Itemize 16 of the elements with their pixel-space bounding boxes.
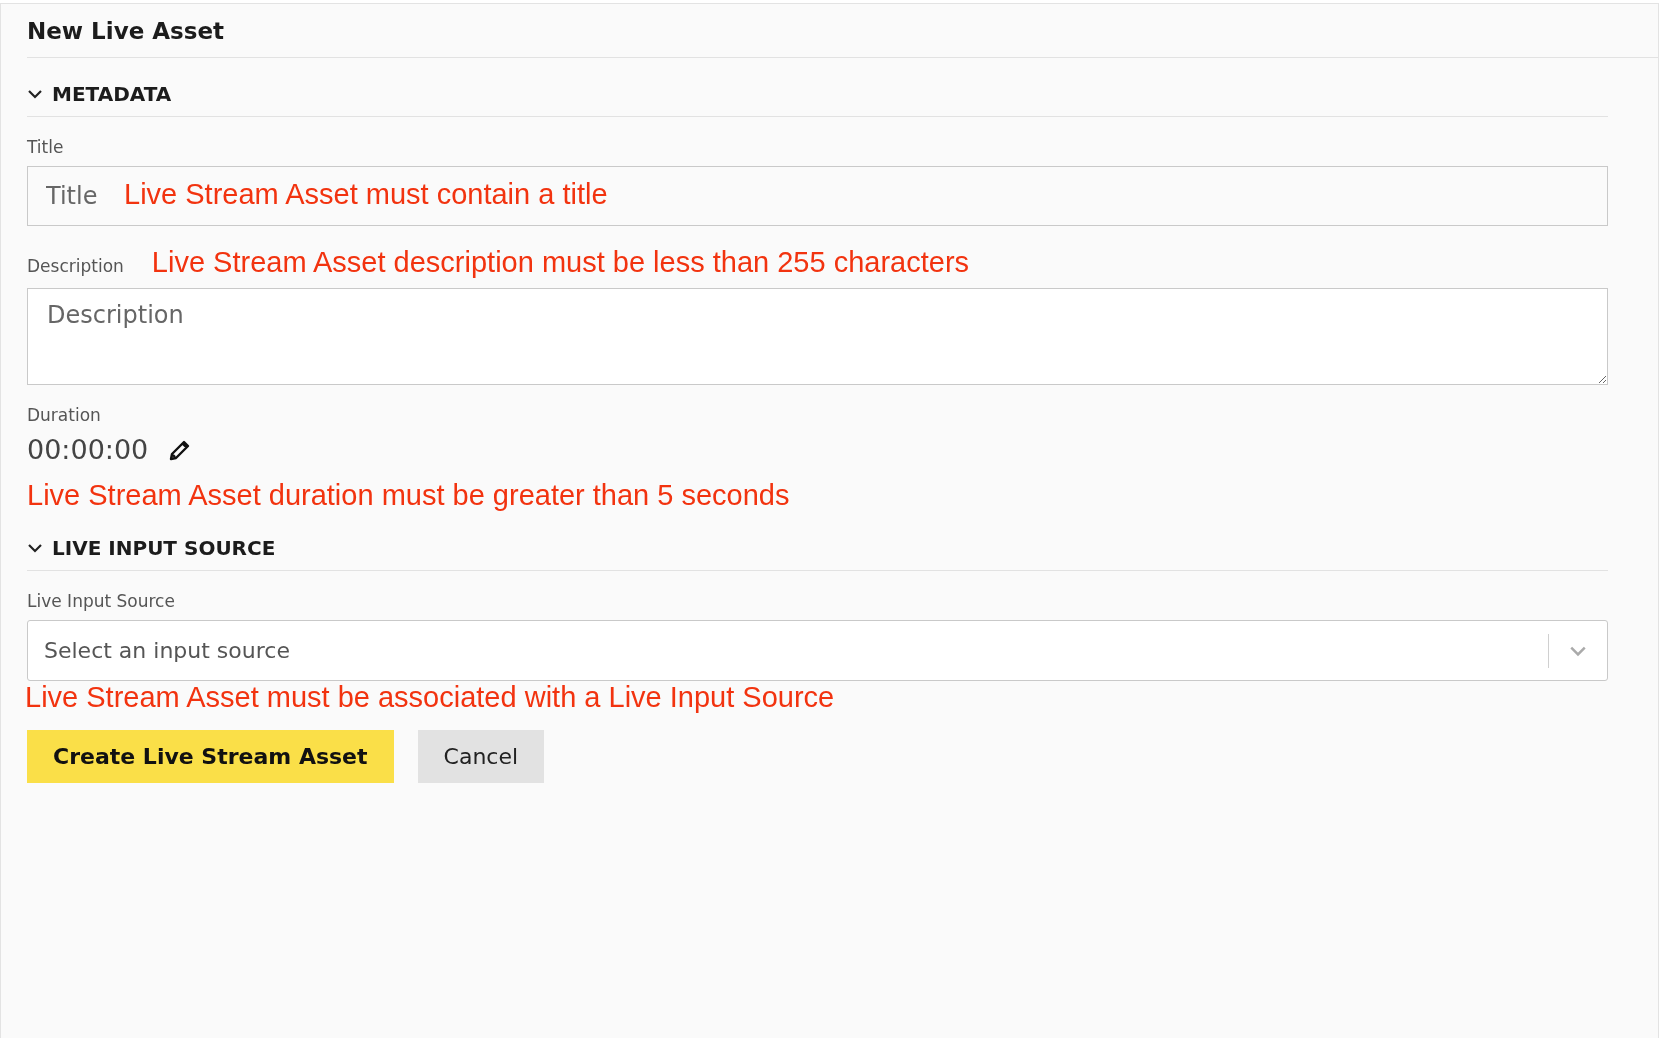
page-title: New Live Asset: [27, 4, 1658, 58]
error-message: Live Stream Asset must be associated with a Live Input Source: [25, 681, 836, 714]
section-header[interactable]: METADATA: [27, 58, 1608, 117]
cancel-button[interactable]: Cancel: [417, 730, 545, 783]
field-label: Description: [27, 256, 124, 276]
input-source-dropdown[interactable]: Select an input source: [27, 620, 1608, 681]
description-field[interactable]: Description: [27, 288, 1608, 385]
create-button[interactable]: Create Live Stream Asset: [27, 730, 394, 783]
error-message: Live Stream Asset must contain a title: [124, 178, 608, 211]
duration-value: 00:00:00: [27, 434, 149, 465]
error-message: Live Stream Asset description must be less than 255 characters: [151, 246, 970, 279]
section-header[interactable]: LIVE INPUT SOURCE: [27, 512, 1608, 571]
error-message: Live Stream Asset duration must be greater than 5 seconds: [27, 479, 791, 512]
field-label: Title: [27, 137, 64, 157]
field-label: Duration: [27, 405, 101, 425]
field-label: Live Input Source: [27, 591, 175, 611]
